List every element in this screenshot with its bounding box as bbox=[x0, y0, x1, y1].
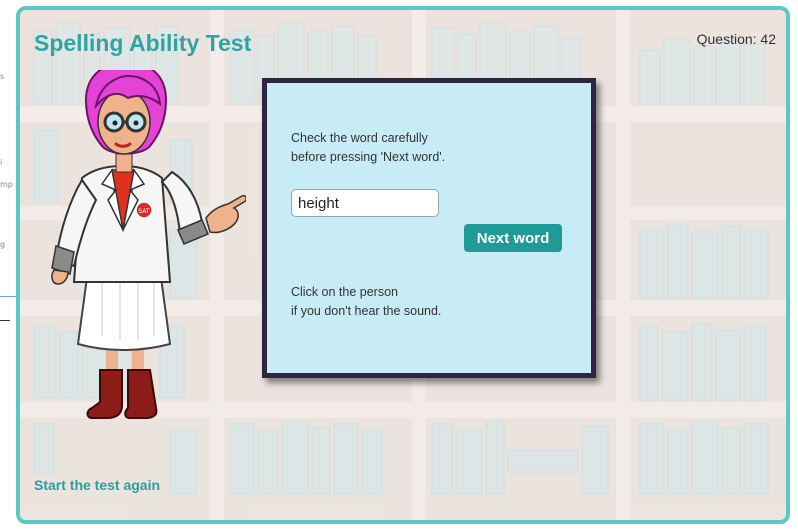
next-word-button[interactable]: Next word bbox=[464, 224, 562, 252]
side-page-fragment: s i mp g bbox=[0, 0, 16, 530]
side-fragment-text: i bbox=[0, 158, 3, 167]
instruction-line-1: Check the word carefully bbox=[291, 131, 428, 145]
sound-hint-text: Click on the person if you don't hear th… bbox=[291, 283, 441, 321]
instruction-line-2: before pressing 'Next word'. bbox=[291, 150, 446, 164]
instruction-text: Check the word carefully before pressing… bbox=[291, 129, 445, 167]
side-fragment-text: mp bbox=[0, 180, 13, 189]
answer-input[interactable] bbox=[291, 189, 439, 217]
badge-text: SAT bbox=[138, 208, 150, 215]
side-fragment-text: s bbox=[0, 72, 5, 81]
test-frame: Spelling Ability Test Question: 42 SAT C… bbox=[16, 6, 790, 524]
page-title: Spelling Ability Test bbox=[34, 30, 252, 56]
side-divider bbox=[0, 296, 16, 297]
question-dialog: Check the word carefully before pressing… bbox=[262, 78, 596, 378]
side-divider bbox=[0, 320, 10, 321]
teacher-character[interactable]: SAT bbox=[36, 60, 247, 430]
question-counter: Question: 42 bbox=[696, 31, 776, 47]
side-fragment-text: g bbox=[0, 240, 6, 249]
hint-line-2: if you don't hear the sound. bbox=[291, 304, 442, 318]
hint-line-1: Click on the person bbox=[291, 285, 399, 299]
teacher-illustration: SAT bbox=[51, 60, 247, 419]
restart-test-link[interactable]: Start the test again bbox=[34, 477, 160, 493]
